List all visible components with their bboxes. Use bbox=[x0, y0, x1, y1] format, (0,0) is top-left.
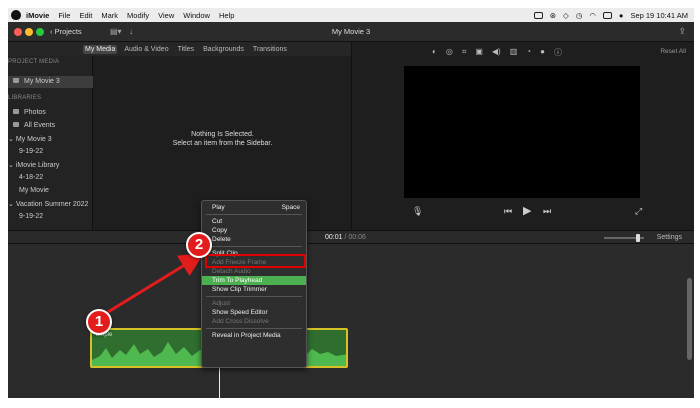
annotation-arrow bbox=[107, 253, 204, 314]
step-2-badge: 2 bbox=[186, 232, 212, 258]
step-1-badge: 1 bbox=[86, 309, 112, 335]
